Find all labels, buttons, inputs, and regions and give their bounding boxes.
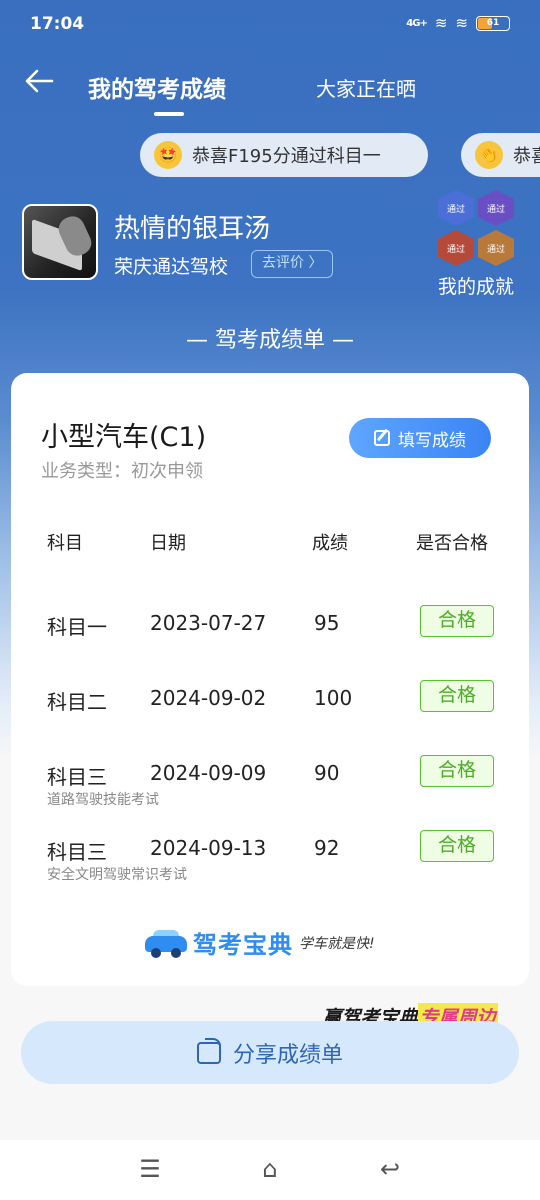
date-cell: 2024-09-09 [150,761,267,785]
ticker-text: 恭喜F195分通过科目一 [192,146,381,167]
edit-icon [374,430,390,446]
ticker-item: 👏 恭喜 [461,133,540,177]
share-icon [196,1037,221,1064]
date-cell: 2024-09-13 [150,836,267,860]
tab-indicator [154,112,184,116]
subject-cell: 科目三 [47,840,107,864]
score-row: 科目二 2024-09-02 100 合格 [11,680,529,726]
column-header-score: 成绩 [312,533,348,554]
signal-icon: 4G+ [406,17,428,29]
driving-school-name: 荣庆通达驾校 [114,256,229,278]
achievement-badge-icon: 通过 [478,230,514,266]
score-cell: 100 [314,686,353,710]
brand-logo: 驾考宝典 学车就是快! [145,925,375,960]
pass-badge: 合格 [420,605,494,637]
user-name: 热情的银耳汤 [114,214,271,244]
brand-slogan: 学车就是快! [299,935,375,952]
score-card: 小型汽车(C1) 业务类型：初次申领 填写成绩 科目 日期 成绩 是否合格 科目… [11,373,529,986]
tab-my-scores[interactable]: 我的驾考成绩 [88,70,226,104]
top-nav: 我的驾考成绩 大家正在晒 [0,56,540,116]
car-icon [145,928,187,958]
avatar[interactable] [22,204,98,280]
home-icon[interactable]: ⌂ [255,1154,285,1184]
section-title: — 驾考成绩单 — [186,328,354,353]
clap-emoji-icon: 👏 [475,141,503,169]
ticker-text: 恭喜 [513,146,540,167]
pass-badge: 合格 [420,755,494,787]
rate-school-button[interactable]: 去评价 〉 [251,250,334,278]
battery-icon: 61 [476,15,510,31]
score-row: 科目一 2023-07-27 95 合格 [11,605,529,651]
wifi-icon: ≋ [434,14,448,32]
share-label: 分享成绩单 [232,1041,343,1067]
business-type: 业务类型：初次申领 [41,461,203,482]
subject-cell: 科目三 [47,765,107,789]
fill-score-button[interactable]: 填写成绩 [349,418,491,458]
score-cell: 95 [314,611,340,635]
column-header-pass: 是否合格 [416,533,488,554]
hotspot-icon: ≋ [455,14,468,32]
column-header-date: 日期 [150,533,186,554]
exam-type-note: 安全文明驾驶常识考试 [47,867,187,883]
back-arrow-icon[interactable] [22,64,56,98]
achievements[interactable]: 通过 通过 通过 通过 我的成就 [430,190,522,299]
vehicle-type: 小型汽车(C1) [41,422,207,453]
score-cell: 92 [314,836,340,860]
score-cell: 90 [314,761,340,785]
exam-type-note: 道路驾驶技能考试 [47,792,159,808]
status-time: 17:04 [30,14,85,34]
tab-everyone-sharing[interactable]: 大家正在晒 [316,73,416,102]
menu-icon[interactable]: ☰ [135,1154,165,1184]
achievement-badge-icon: 通过 [478,190,514,226]
share-score-button[interactable]: 分享成绩单 [21,1021,519,1084]
back-icon[interactable]: ↩ [375,1154,405,1184]
score-row: 科目三 2024-09-13 92 合格安全文明驾驶常识考试 [11,830,529,883]
date-cell: 2023-07-27 [150,611,267,635]
score-row: 科目三 2024-09-09 90 合格道路驾驶技能考试 [11,755,529,808]
system-nav-bar: ☰ ⌂ ↩ [0,1140,540,1200]
date-cell: 2024-09-02 [150,686,267,710]
achievements-label: 我的成就 [437,276,514,298]
subject-cell: 科目一 [47,615,107,639]
ticker-item: 🤩 恭喜F195分通过科目一 [140,133,428,177]
column-header-subject: 科目 [47,533,83,554]
fill-score-label: 填写成绩 [398,430,466,450]
pass-badge: 合格 [420,680,494,712]
achievement-badge-icon: 通过 [438,190,474,226]
status-bar: 17:04 4G+ ≋ ≋ 61 [0,0,540,50]
subject-cell: 科目二 [47,690,107,714]
pass-badge: 合格 [420,830,494,862]
star-eyes-emoji-icon: 🤩 [154,141,182,169]
status-icons: 4G+ ≋ ≋ 61 [406,14,510,32]
achievement-badge-icon: 通过 [438,230,474,266]
brand-name: 驾考宝典 [193,931,293,959]
